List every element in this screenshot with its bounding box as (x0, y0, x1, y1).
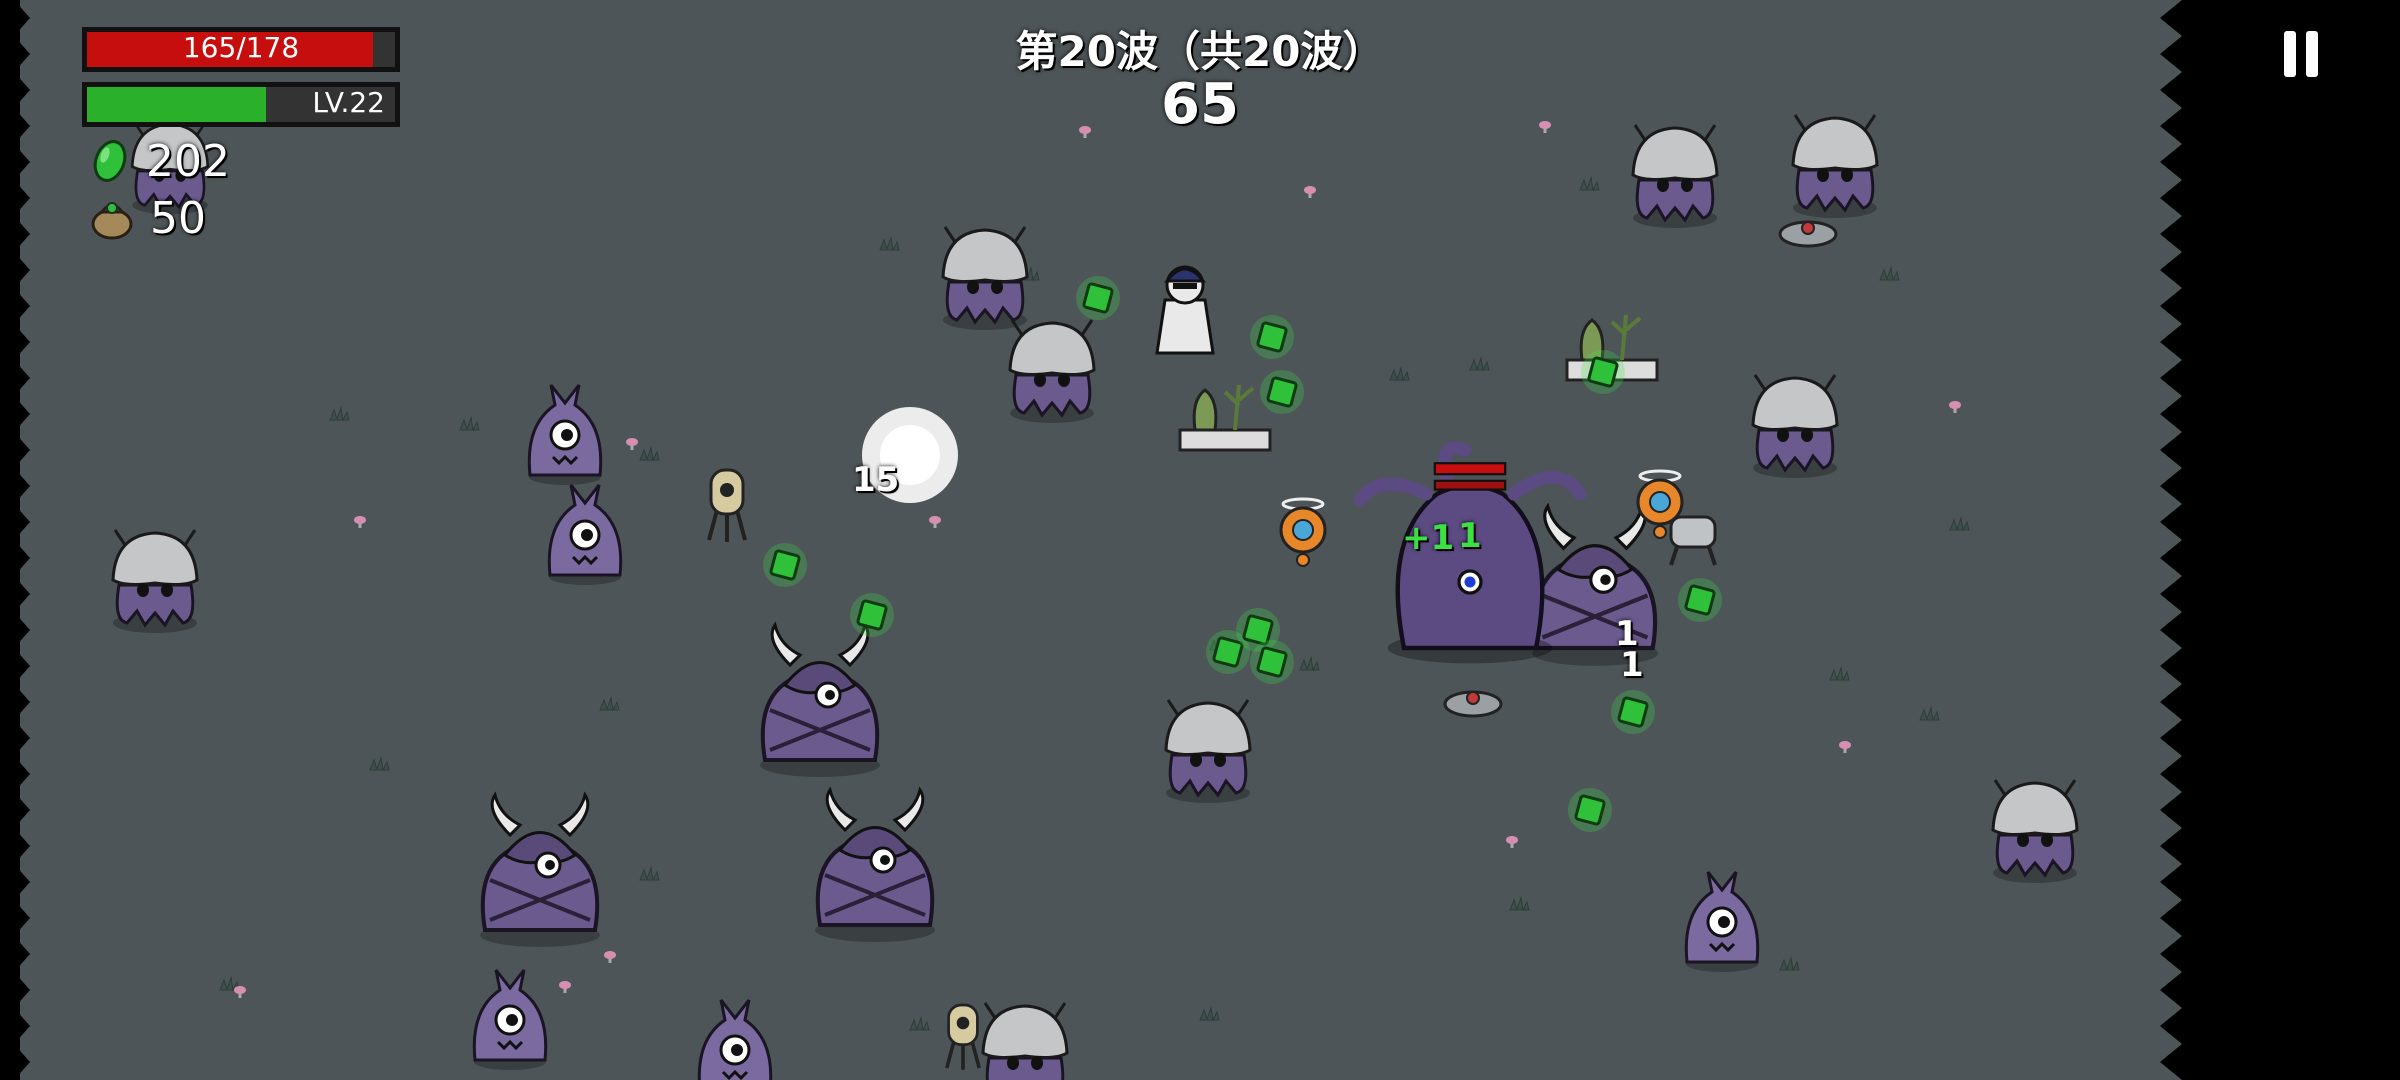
enemy-helmet-octopus (1164, 699, 1252, 803)
material-drop (1250, 315, 1294, 359)
material-drop (1581, 350, 1625, 394)
material-drop (1260, 370, 1304, 414)
arena (0, 0, 2400, 1080)
pause-icon-bar (2306, 31, 2318, 77)
wave-timer: 65 (1161, 72, 1239, 137)
enemy-helmet-octopus (1751, 374, 1839, 478)
bag-counter: 50 (90, 192, 206, 244)
bag-count: 50 (150, 192, 206, 244)
enemy-helmet-octopus (1631, 124, 1719, 228)
game-stage: 165/178 LV.22 202 50 第20波（共20波） 65 15 +1… (0, 0, 2400, 1080)
material-drop (1611, 690, 1655, 734)
material-drop (1568, 788, 1612, 832)
enemy-helmet-octopus (1008, 319, 1096, 423)
heal-number-second: 1 (1458, 516, 1482, 556)
landmine (1443, 690, 1503, 718)
materials-counter: 202 (90, 135, 230, 187)
material-drop (850, 593, 894, 637)
material-drop (1076, 276, 1120, 320)
pause-button[interactable] (2268, 22, 2334, 88)
wave-title: 第20波（共20波） (1015, 27, 1385, 76)
pause-icon (2284, 31, 2296, 77)
materials-count: 202 (146, 135, 230, 187)
money-bag-icon (91, 202, 133, 240)
arena-right-edge (2160, 0, 2400, 1080)
enemy-helmet-octopus (941, 226, 1029, 330)
green-material-icon (93, 140, 127, 182)
enemy-helmet-octopus (111, 529, 199, 633)
landmine (1778, 220, 1838, 248)
enemy-helmet-octopus (1991, 779, 2079, 883)
material-drop (763, 543, 807, 587)
damage-number: 15 (852, 460, 900, 500)
material-drop (1250, 640, 1294, 684)
material-drop (1678, 578, 1722, 622)
heal-number: +1 (1402, 518, 1455, 558)
damage-number-small-2: 1 (1620, 645, 1644, 685)
